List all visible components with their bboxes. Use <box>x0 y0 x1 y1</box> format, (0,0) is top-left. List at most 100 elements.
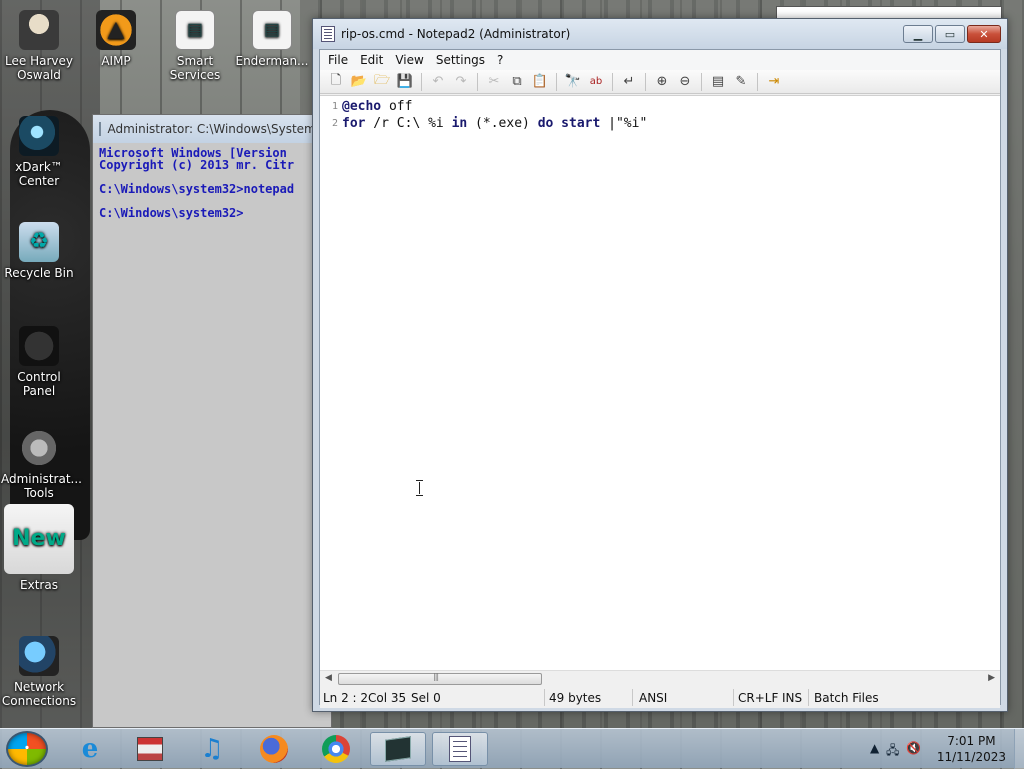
toolbar-separator <box>612 72 613 91</box>
text-token: /r C:\ %i <box>365 116 452 131</box>
word-wrap-icon[interactable]: ↵ <box>619 72 639 92</box>
taskbar-firefox[interactable] <box>246 732 302 766</box>
exit-icon[interactable]: ⇥ <box>764 72 784 92</box>
line-number-gutter <box>320 96 342 670</box>
notepad2-client: File Edit View Settings ? 🗋 📂 🗁 💾 ↶ ↷ ✂ … <box>319 49 1001 708</box>
save-icon[interactable]: 💾 <box>395 72 415 92</box>
clock-time: 7:01 PM <box>947 734 996 748</box>
scroll-right-icon[interactable]: ▶ <box>988 673 995 683</box>
zoom-in-icon[interactable]: ⊕ <box>652 72 672 92</box>
clock[interactable]: 7:01 PM 11/11/2023 <box>937 733 1006 765</box>
keyword-token: in <box>451 116 468 131</box>
status-separator <box>808 689 809 706</box>
editor-line: 1 @echo off <box>320 98 412 115</box>
taskbar-media-center[interactable] <box>122 732 178 766</box>
replace-icon[interactable]: ab <box>586 72 606 92</box>
open-folder-icon[interactable]: 📂 <box>349 72 369 92</box>
show-desktop-button[interactable] <box>1014 729 1024 769</box>
control-panel-icon <box>19 326 59 366</box>
desktop-icon-recycle-bin[interactable]: ♻ Recycle Bin <box>1 222 77 280</box>
copy-icon[interactable]: ⧉ <box>507 72 527 92</box>
text-token: (*.exe) <box>467 116 538 131</box>
minimize-button[interactable]: ▁ <box>903 25 933 43</box>
music-note-icon: ♫ <box>200 734 224 764</box>
line-number: 2 <box>331 118 338 129</box>
browse-icon[interactable]: 🗁 <box>372 72 392 92</box>
cmd-window[interactable]: Administrator: C:\Windows\System32 Micro… <box>92 114 332 728</box>
gear-icon <box>19 428 59 468</box>
close-button[interactable]: ✕ <box>967 25 1001 43</box>
recycle-bin-icon: ♻ <box>19 222 59 262</box>
cmd-title: Administrator: C:\Windows\System32 <box>107 122 331 136</box>
status-encoding[interactable]: ANSI <box>639 691 667 705</box>
cut-icon[interactable]: ✂ <box>484 72 504 92</box>
menu-help[interactable]: ? <box>491 51 509 69</box>
menu-edit[interactable]: Edit <box>354 51 389 69</box>
status-separator <box>733 689 734 706</box>
desktop-icon-control-panel[interactable]: Control Panel <box>1 326 77 398</box>
scroll-thumb[interactable] <box>338 672 542 685</box>
show-hidden-icons-icon[interactable]: ▲ <box>870 741 879 755</box>
desktop-icon-smart-services[interactable]: ▤ Smart Services <box>157 10 233 82</box>
network-icon <box>19 636 59 676</box>
taskbar-internet-explorer[interactable]: e <box>62 732 118 766</box>
find-icon[interactable]: 🔭 <box>563 72 583 92</box>
desktop-icon-lee-harvey-oswald[interactable]: Lee Harvey Oswald <box>1 10 77 82</box>
paste-icon[interactable]: 📋 <box>530 72 550 92</box>
line-number: 1 <box>331 101 338 112</box>
desktop-icon-network-connections[interactable]: Network Connections <box>1 636 77 708</box>
scroll-left-icon[interactable]: ◀ <box>325 673 332 683</box>
desktop-icon-xdark-center[interactable]: xDark™ Center <box>1 116 77 188</box>
taskbar-music-player[interactable]: ♫ <box>184 732 240 766</box>
horizontal-scrollbar[interactable]: ◀ ▶ <box>320 670 1000 687</box>
notepad2-titlebar[interactable]: rip-os.cmd - Notepad2 (Administrator) ▁ … <box>313 19 1007 49</box>
menu-file[interactable]: File <box>322 51 354 69</box>
orb-icon <box>19 116 59 156</box>
desktop-icon-administrative-tools[interactable]: Administrat... Tools <box>1 428 82 500</box>
start-button[interactable] <box>6 731 48 767</box>
undo-icon[interactable]: ↶ <box>428 72 448 92</box>
status-separator <box>544 689 545 706</box>
zoom-out-icon[interactable]: ⊖ <box>675 72 695 92</box>
status-column: Col 35 <box>368 691 407 705</box>
toolbar-separator <box>421 72 422 91</box>
desktop-icon-enderman[interactable]: ▤ Enderman... <box>234 10 310 68</box>
console-line: C:\Windows\system32> <box>99 206 244 220</box>
chrome-icon <box>322 735 350 763</box>
notepad2-window[interactable]: rip-os.cmd - Notepad2 (Administrator) ▁ … <box>312 18 1008 712</box>
clock-date: 11/11/2023 <box>936 750 1006 764</box>
close-icon: ✕ <box>979 27 989 41</box>
internet-explorer-icon: e <box>81 734 99 764</box>
maximize-button[interactable]: ▭ <box>935 25 965 43</box>
volume-muted-icon[interactable]: 🔇 <box>906 741 921 755</box>
customize-icon[interactable]: ✎ <box>731 72 751 92</box>
cmd-titlebar[interactable]: Administrator: C:\Windows\System32 <box>93 115 331 143</box>
system-tray: ▲ 🖧 🔇 7:01 PM 11/11/2023 <box>854 729 1024 769</box>
person-icon <box>19 10 59 50</box>
toolbar-separator <box>757 72 758 91</box>
text-token: off <box>381 99 413 114</box>
status-scheme[interactable]: Batch Files <box>814 691 879 705</box>
keyword-token: start <box>561 116 601 131</box>
command-prompt-icon <box>385 736 411 762</box>
redo-icon[interactable]: ↷ <box>451 72 471 92</box>
cmd-console[interactable]: Microsoft Windows [Version Copyright (c) … <box>93 143 331 727</box>
text-editor[interactable]: 1 @echo off 2 for /r C:\ %i in (*.exe) d… <box>320 95 1000 670</box>
toolbar-separator <box>701 72 702 91</box>
network-status-icon[interactable]: 🖧 <box>886 741 899 762</box>
desktop-icon-extras[interactable]: New Extras <box>1 504 77 592</box>
desktop-icon-aimp[interactable]: ▲ AIMP <box>78 10 154 68</box>
taskbar-command-prompt[interactable] <box>370 732 426 766</box>
keyword-token: for <box>342 116 366 131</box>
keyword-token: do <box>537 116 554 131</box>
new-file-icon[interactable]: 🗋 <box>326 72 346 92</box>
toolbar-separator <box>556 72 557 91</box>
text-token: "%i" <box>615 116 648 131</box>
taskbar-chrome[interactable] <box>308 732 364 766</box>
menu-settings[interactable]: Settings <box>430 51 491 69</box>
menu-view[interactable]: View <box>389 51 429 69</box>
taskbar-notepad2[interactable] <box>432 732 488 766</box>
scheme-icon[interactable]: ▤ <box>708 72 728 92</box>
status-line-ending[interactable]: CR+LF <box>738 691 778 705</box>
